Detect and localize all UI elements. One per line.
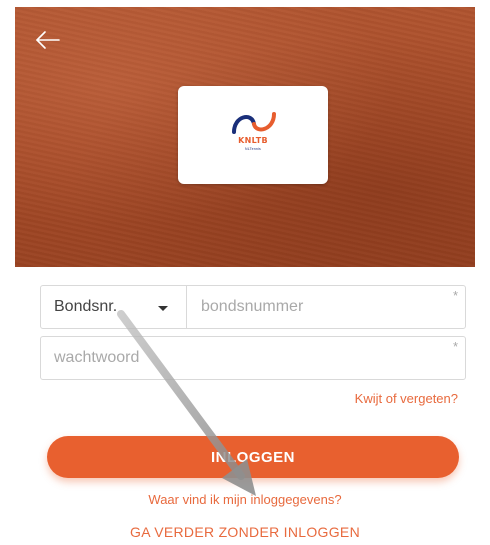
member-number-row: Bondsnr. *	[40, 285, 466, 329]
required-asterisk: *	[452, 339, 458, 354]
password-row: *	[40, 336, 466, 380]
knltb-logo-mark-icon	[232, 112, 276, 134]
caret-down-icon	[158, 306, 168, 311]
required-asterisk: *	[452, 288, 458, 303]
password-input[interactable]	[41, 337, 465, 379]
forgot-credentials-link[interactable]: Kwijt of vergeten?	[355, 391, 458, 406]
arrow-left-icon[interactable]	[34, 28, 62, 52]
id-type-select[interactable]: Bondsnr.	[41, 286, 187, 328]
continue-without-login-link[interactable]: GA VERDER ZONDER INLOGGEN	[0, 524, 490, 540]
login-screen: KNLTB NLTennis Bondsnr. * * Kwijt of ver…	[0, 0, 490, 545]
member-number-input[interactable]	[187, 286, 465, 328]
where-credentials-link[interactable]: Waar vind ik mijn inloggegevens?	[0, 492, 490, 507]
logo-brand-text: KNLTB	[238, 136, 268, 145]
id-type-selected-label: Bondsnr.	[54, 298, 118, 315]
logo-sub-text: NLTennis	[245, 147, 261, 151]
login-button[interactable]: INLOGGEN	[47, 436, 459, 478]
knltb-logo: KNLTB NLTennis	[178, 86, 328, 184]
